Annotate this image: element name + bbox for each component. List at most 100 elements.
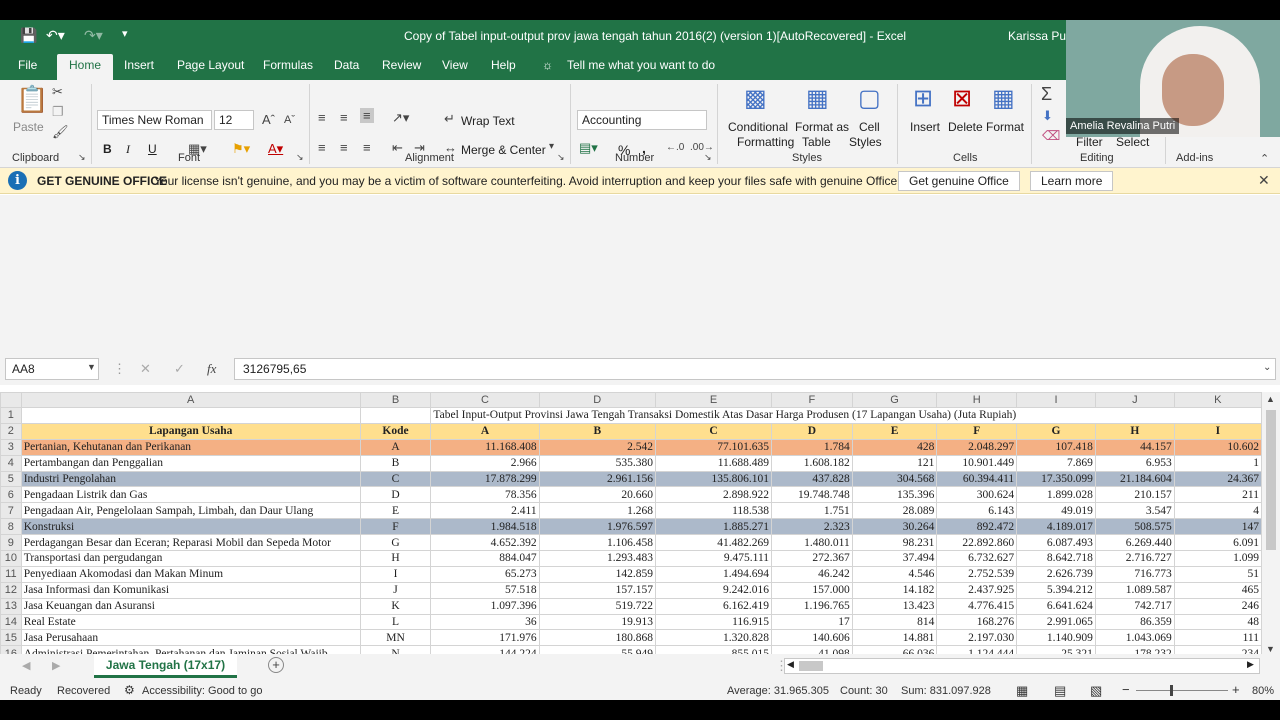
italic-button[interactable]: I — [126, 142, 130, 157]
get-genuine-office-button[interactable]: Get genuine Office — [898, 171, 1020, 191]
align-top-icon[interactable]: ≡ — [318, 110, 326, 125]
value-cell[interactable]: 1 — [1173, 454, 1262, 472]
row-header[interactable]: 9 — [0, 534, 22, 552]
value-cell[interactable]: 1.043.069 — [1094, 629, 1175, 647]
value-cell[interactable]: 86.359 — [1094, 613, 1175, 631]
value-cell[interactable]: 78.356 — [430, 486, 540, 504]
row-header[interactable]: 7 — [0, 502, 22, 520]
tab-file[interactable]: File — [18, 58, 37, 72]
value-cell[interactable]: 211 — [1173, 486, 1262, 504]
value-cell[interactable]: 49.019 — [1016, 502, 1096, 520]
row-header[interactable]: 12 — [0, 581, 22, 599]
value-cell[interactable]: 6.641.624 — [1016, 597, 1096, 615]
value-cell[interactable]: 2.966 — [430, 454, 540, 472]
value-cell[interactable]: 272.367 — [771, 550, 853, 567]
format-as-table-icon[interactable]: ▦ — [806, 84, 829, 113]
value-cell[interactable]: 22.892.860 — [936, 534, 1018, 552]
value-cell[interactable]: 116.915 — [654, 613, 773, 631]
value-cell[interactable]: 465 — [1173, 581, 1262, 599]
next-sheet-icon[interactable]: ▶ — [52, 659, 60, 672]
column-header[interactable]: I — [1016, 392, 1096, 408]
align-middle-icon[interactable]: ≡ — [340, 110, 348, 125]
increase-decimal-icon[interactable]: ←.0 — [666, 142, 684, 153]
value-cell[interactable]: 13.423 — [851, 597, 938, 615]
value-cell[interactable]: 2.048.297 — [936, 438, 1018, 456]
value-cell[interactable]: 46.242 — [771, 565, 853, 583]
scroll-up-icon[interactable]: ▲ — [1266, 394, 1275, 404]
sector-code-cell[interactable]: C — [359, 470, 432, 488]
accessibility-icon[interactable]: ⚙ — [124, 683, 135, 697]
accounting-format-icon[interactable]: ▤▾ — [579, 140, 598, 156]
value-cell[interactable]: 2.626.739 — [1016, 565, 1096, 583]
value-cell[interactable]: 51 — [1173, 565, 1262, 583]
select-all-corner[interactable] — [0, 392, 22, 408]
value-cell[interactable]: 66.036 — [851, 645, 938, 654]
sector-code-cell[interactable]: MN — [359, 629, 432, 647]
column-header[interactable]: E — [654, 392, 773, 408]
value-cell[interactable]: 65.273 — [430, 565, 540, 583]
tab-insert[interactable]: Insert — [124, 58, 154, 72]
autosum-icon[interactable]: Σ — [1041, 84, 1052, 105]
align-bottom-icon[interactable]: ≡ — [360, 108, 374, 123]
row-header[interactable]: 6 — [0, 486, 22, 504]
value-cell[interactable]: 428 — [851, 438, 938, 456]
value-cell[interactable]: 21.184.604 — [1094, 470, 1175, 488]
value-cell[interactable]: 157.157 — [538, 581, 656, 599]
sheet-tab-jawa-tengah[interactable]: Jawa Tengah (17x17) — [94, 654, 237, 678]
value-cell[interactable]: 9.242.016 — [654, 581, 773, 599]
number-launcher-icon[interactable]: ↘ — [704, 152, 712, 163]
sector-code-cell[interactable]: K — [359, 597, 432, 615]
value-cell[interactable]: 118.538 — [654, 502, 773, 520]
column-header[interactable]: H — [936, 392, 1018, 408]
sector-name-cell[interactable]: Jasa Keuangan dan Asuransi — [20, 597, 361, 615]
value-cell[interactable]: 6.953 — [1094, 454, 1175, 472]
value-cell[interactable]: 1.784 — [771, 438, 853, 456]
value-cell[interactable]: 77.101.635 — [654, 438, 773, 456]
alignment-launcher-icon[interactable]: ↘ — [557, 152, 565, 163]
zoom-slider[interactable] — [1136, 690, 1228, 691]
value-cell[interactable]: 180.868 — [538, 629, 656, 647]
find-select-button[interactable]: Select — [1116, 135, 1149, 149]
value-cell[interactable]: 3.547 — [1094, 502, 1175, 520]
merge-center-button[interactable]: Merge & Center — [461, 143, 546, 157]
sector-name-cell[interactable]: Jasa Informasi dan Komunikasi — [20, 581, 361, 599]
align-center-icon[interactable]: ≡ — [340, 140, 348, 155]
page-break-view-icon[interactable]: ▧ — [1090, 683, 1102, 699]
column-header[interactable]: A — [20, 392, 361, 408]
tell-me-search[interactable]: Tell me what you want to do — [567, 58, 715, 72]
row-header[interactable]: 5 — [0, 470, 22, 488]
zoom-out-icon[interactable]: − — [1122, 682, 1130, 697]
row-header[interactable]: 4 — [0, 454, 22, 472]
expand-formula-icon[interactable]: ⌄ — [1263, 362, 1271, 373]
row-header[interactable]: 11 — [0, 565, 22, 583]
value-cell[interactable]: 234 — [1173, 645, 1262, 654]
insert-function-icon[interactable]: fx — [207, 361, 216, 377]
sector-code-cell[interactable]: N — [359, 645, 432, 654]
sector-code-cell[interactable]: H — [359, 550, 432, 567]
cell-table[interactable]: A B C D E F G H I J K 1 Tabel Input-Output Provinsi … — [0, 392, 1262, 654]
sector-code-cell[interactable]: E — [359, 502, 432, 520]
value-cell[interactable]: 1.097.396 — [430, 597, 540, 615]
value-cell[interactable]: 19.748.748 — [771, 486, 853, 504]
value-cell[interactable]: 48 — [1173, 613, 1262, 631]
cell-styles-button[interactable]: Cell — [859, 120, 880, 134]
scroll-right-icon[interactable]: ▶ — [1247, 659, 1254, 670]
sector-name-cell[interactable]: Administrasi Pemerintahan, Pertahanan da… — [20, 645, 361, 654]
value-cell[interactable]: 20.660 — [538, 486, 656, 504]
cell-styles-icon[interactable]: ▢ — [858, 84, 881, 113]
value-cell[interactable]: 246 — [1173, 597, 1262, 615]
value-cell[interactable]: 2.961.156 — [538, 470, 656, 488]
column-header[interactable]: G — [851, 392, 938, 408]
formula-input[interactable]: 3126795,65 — [234, 358, 1276, 380]
format-as-table-label[interactable]: Table — [802, 135, 831, 149]
row-header[interactable]: 16 — [0, 645, 22, 654]
value-cell[interactable]: 2.991.065 — [1016, 613, 1096, 631]
format-as-table-button[interactable]: Format as — [795, 120, 849, 134]
column-header[interactable]: B — [359, 392, 432, 408]
header-cell[interactable]: E — [851, 422, 938, 440]
h-scroll-thumb[interactable] — [799, 661, 823, 671]
value-cell[interactable]: 814 — [851, 613, 938, 631]
value-cell[interactable]: 41.098 — [771, 645, 853, 654]
value-cell[interactable]: 6.143 — [936, 502, 1018, 520]
cut-icon[interactable]: ✂ — [52, 84, 63, 100]
